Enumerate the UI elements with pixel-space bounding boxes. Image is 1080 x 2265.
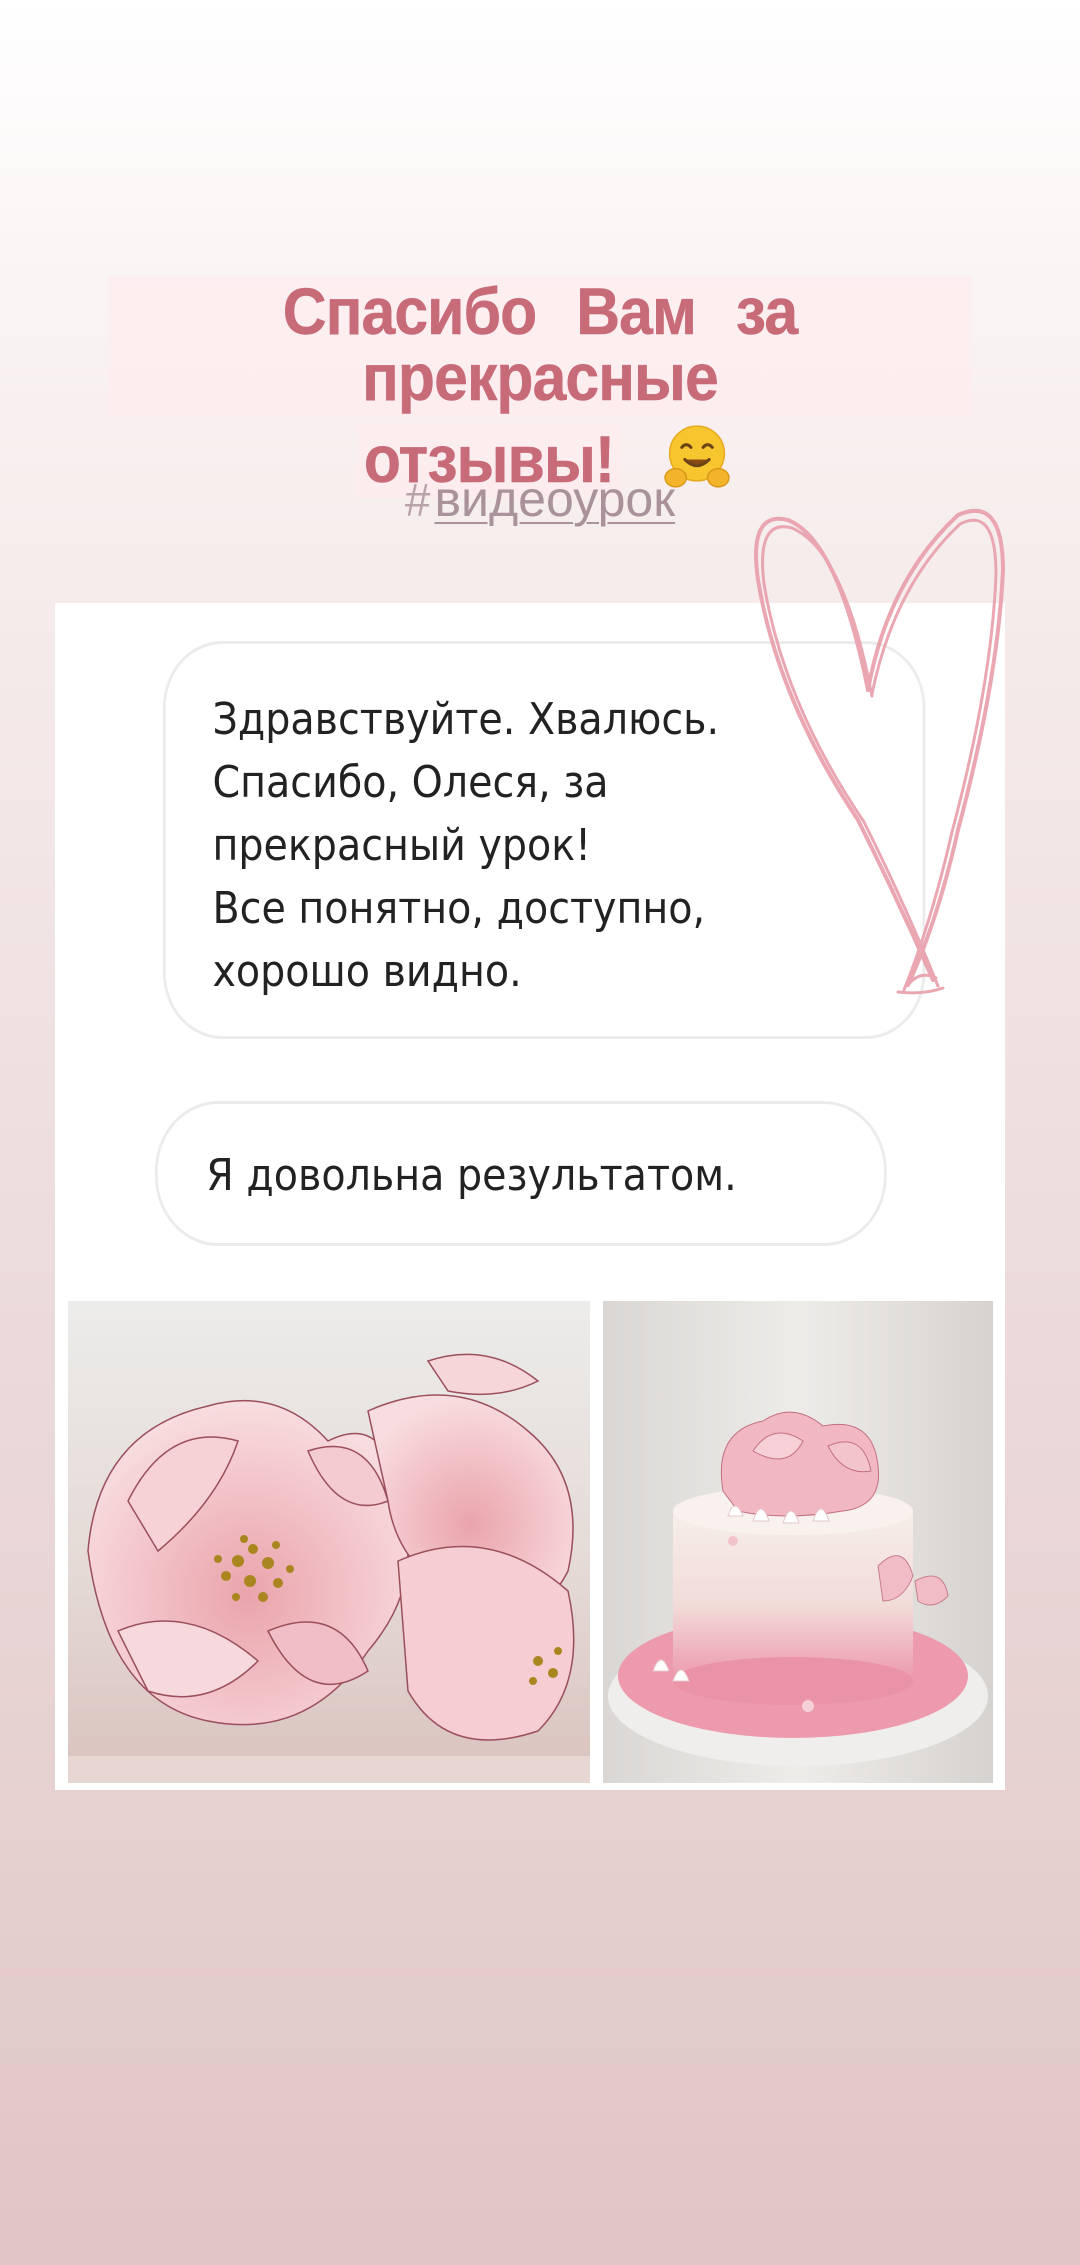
review-reply-bubble: Я довольна результатом. xyxy=(155,1101,887,1246)
story-title: Спасибо Вам за прекрасные отзывы! xyxy=(70,276,1010,498)
message-line: хорошо видно. xyxy=(212,946,522,997)
review-message-bubble: Здравствуйте. Хвалюсь. Спасибо, Олеся, з… xyxy=(163,641,926,1039)
review-screenshot: Здравствуйте. Хвалюсь. Спасибо, Олеся, з… xyxy=(55,603,1005,1790)
title-line-1: Спасибо Вам за прекрасные xyxy=(107,276,973,416)
message-line: Спасибо, Олеся, за xyxy=(212,757,609,808)
reply-text: Я довольна результатом. xyxy=(206,1150,737,1201)
message-line: прекрасный урок! xyxy=(212,820,592,871)
hashtag-text: видеоурок xyxy=(434,471,676,527)
decorated-cake-image xyxy=(603,1301,993,1783)
peony-flower-photo xyxy=(68,1301,590,1783)
message-line: Здравствуйте. Хвалюсь. xyxy=(212,694,720,745)
message-line: Все понятно, доступно, xyxy=(212,883,706,934)
peony-flower-image xyxy=(68,1301,590,1783)
cake-photo xyxy=(603,1301,993,1783)
hashtag-symbol: # xyxy=(404,474,431,526)
hashtag-link[interactable]: #видеоурок xyxy=(0,470,1080,528)
